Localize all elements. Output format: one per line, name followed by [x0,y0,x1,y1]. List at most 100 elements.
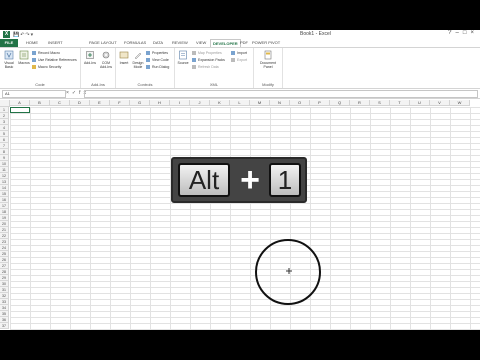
column-header[interactable]: D [70,100,90,106]
group-add-ins: Add-Ins COM Add-Ins Add-Ins [81,48,116,88]
column-header[interactable]: C [50,100,70,106]
visual-basic-button[interactable]: Visual Basic [2,50,16,69]
group-xml: Source Map Properties Expansion Packs Re… [175,48,254,88]
excel-app-icon: X [3,31,10,38]
group-code-label: Code [35,82,45,87]
column-header[interactable]: J [190,100,210,106]
properties-icon [146,51,150,56]
group-code: Visual Basic Macros Record Macro Use Rel… [0,48,81,88]
column-header[interactable]: T [390,100,410,106]
tab-page-layout[interactable]: PAGE LAYOUT [89,39,117,47]
map-properties-icon [192,51,196,56]
column-header[interactable]: W [450,100,470,106]
minimize-icon[interactable]: – [456,30,463,36]
column-header[interactable]: G [130,100,150,106]
key-alt: Alt [178,163,230,197]
window-controls[interactable]: ?–□× [448,30,478,36]
ribbon-tabs: FILE HOME INSERT PAGE LAYOUT FORMULAS DA… [0,39,480,47]
add-ins-icon [86,51,94,59]
key-1: 1 [269,163,301,197]
use-relative-references-button[interactable]: Use Relative References [32,57,77,63]
column-header[interactable]: A [10,100,30,106]
tab-pdf[interactable]: PDF [240,39,248,47]
tab-file[interactable]: FILE [0,39,18,47]
cell-area[interactable] [10,107,480,330]
row-header[interactable]: 37 [0,323,9,329]
column-header[interactable]: B [30,100,50,106]
formula-bar: A1 ×✓fx [0,89,480,99]
tab-review[interactable]: REVIEW [172,39,188,47]
select-all-corner[interactable] [0,100,10,107]
column-header[interactable]: O [290,100,310,106]
design-mode-icon [134,52,142,60]
source-button[interactable]: Source [176,50,190,65]
refresh-icon [192,65,196,70]
group-controls: Insert Design Mode Properties View Code … [116,48,175,88]
expansion-packs-icon [192,58,196,63]
column-header[interactable]: P [310,100,330,106]
toolbox-icon [119,51,129,59]
run-dialog-button[interactable]: Run Dialog [146,64,169,70]
column-header[interactable]: V [430,100,450,106]
import-button[interactable]: Import [231,50,247,56]
active-cell-a1[interactable] [10,107,30,113]
record-macro-icon [32,51,36,56]
group-add-ins-label: Add-Ins [91,82,105,87]
keyboard-shortcut-overlay: Alt + 1 [171,157,307,203]
tab-view[interactable]: VIEW [196,39,206,47]
insert-control-button[interactable]: Insert [117,50,131,65]
title-bar: X 💾↶↷▾ Book1 - Excel ?–□× [0,30,480,39]
cursor-icon [286,268,292,274]
run-dialog-icon [146,65,150,70]
xml-source-icon [179,50,187,60]
document-title: Book1 - Excel [300,31,331,37]
tab-power-pivot[interactable]: POWER PIVOT [252,39,280,47]
macros-button[interactable]: Macros [17,50,31,65]
refresh-data-button[interactable]: Refresh Data [192,64,219,70]
add-ins-button[interactable]: Add-Ins [83,50,97,65]
export-button[interactable]: Export [231,57,247,63]
tab-insert[interactable]: INSERT [48,39,63,47]
view-code-button[interactable]: View Code [146,57,169,63]
formula-input[interactable] [84,90,478,98]
tab-data[interactable]: DATA [153,39,163,47]
worksheet-grid: ABCDEFGHIJKLMNOPQRSTUVW 1 2 3 4 5 6 7 8 9 10 11 12 1… [0,100,480,330]
tab-home[interactable]: HOME [26,39,38,47]
column-header[interactable]: S [370,100,390,106]
map-properties-button[interactable]: Map Properties [192,50,222,56]
column-header[interactable]: M [250,100,270,106]
properties-button[interactable]: Properties [146,50,168,56]
expansion-packs-button[interactable]: Expansion Packs [192,57,225,63]
column-header[interactable]: E [90,100,110,106]
record-macro-button[interactable]: Record Macro [32,50,60,56]
close-icon[interactable]: × [470,30,478,36]
warning-icon [32,65,36,70]
tab-formulas[interactable]: FORMULAS [124,39,146,47]
help-icon[interactable]: ? [448,30,455,36]
visual-basic-icon [4,50,14,60]
column-header[interactable]: F [110,100,130,106]
column-header[interactable]: R [350,100,370,106]
column-header[interactable]: K [210,100,230,106]
group-controls-label: Controls [137,82,153,87]
column-header[interactable]: H [150,100,170,106]
import-icon [231,51,235,56]
document-panel-icon [264,50,272,60]
plus-sign: + [240,161,260,199]
document-panel-button[interactable]: Document Panel [258,50,278,69]
column-header[interactable]: U [410,100,430,106]
com-add-ins-button[interactable]: COM Add-Ins [99,50,113,69]
column-header[interactable]: I [170,100,190,106]
tab-developer[interactable]: DEVELOPER [210,39,241,47]
column-header[interactable]: L [230,100,250,106]
name-box[interactable]: A1 [2,90,66,98]
column-header[interactable]: Q [330,100,350,106]
group-modify: Document Panel Modify [254,48,283,88]
ribbon: Visual Basic Macros Record Macro Use Rel… [0,47,480,89]
export-icon [231,58,235,63]
column-header[interactable]: N [270,100,290,106]
quick-access-toolbar[interactable]: 💾↶↷▾ [13,32,34,38]
design-mode-button[interactable]: Design Mode [131,50,145,69]
gear-icon [102,51,110,59]
macro-security-button[interactable]: Macro Security [32,64,61,70]
